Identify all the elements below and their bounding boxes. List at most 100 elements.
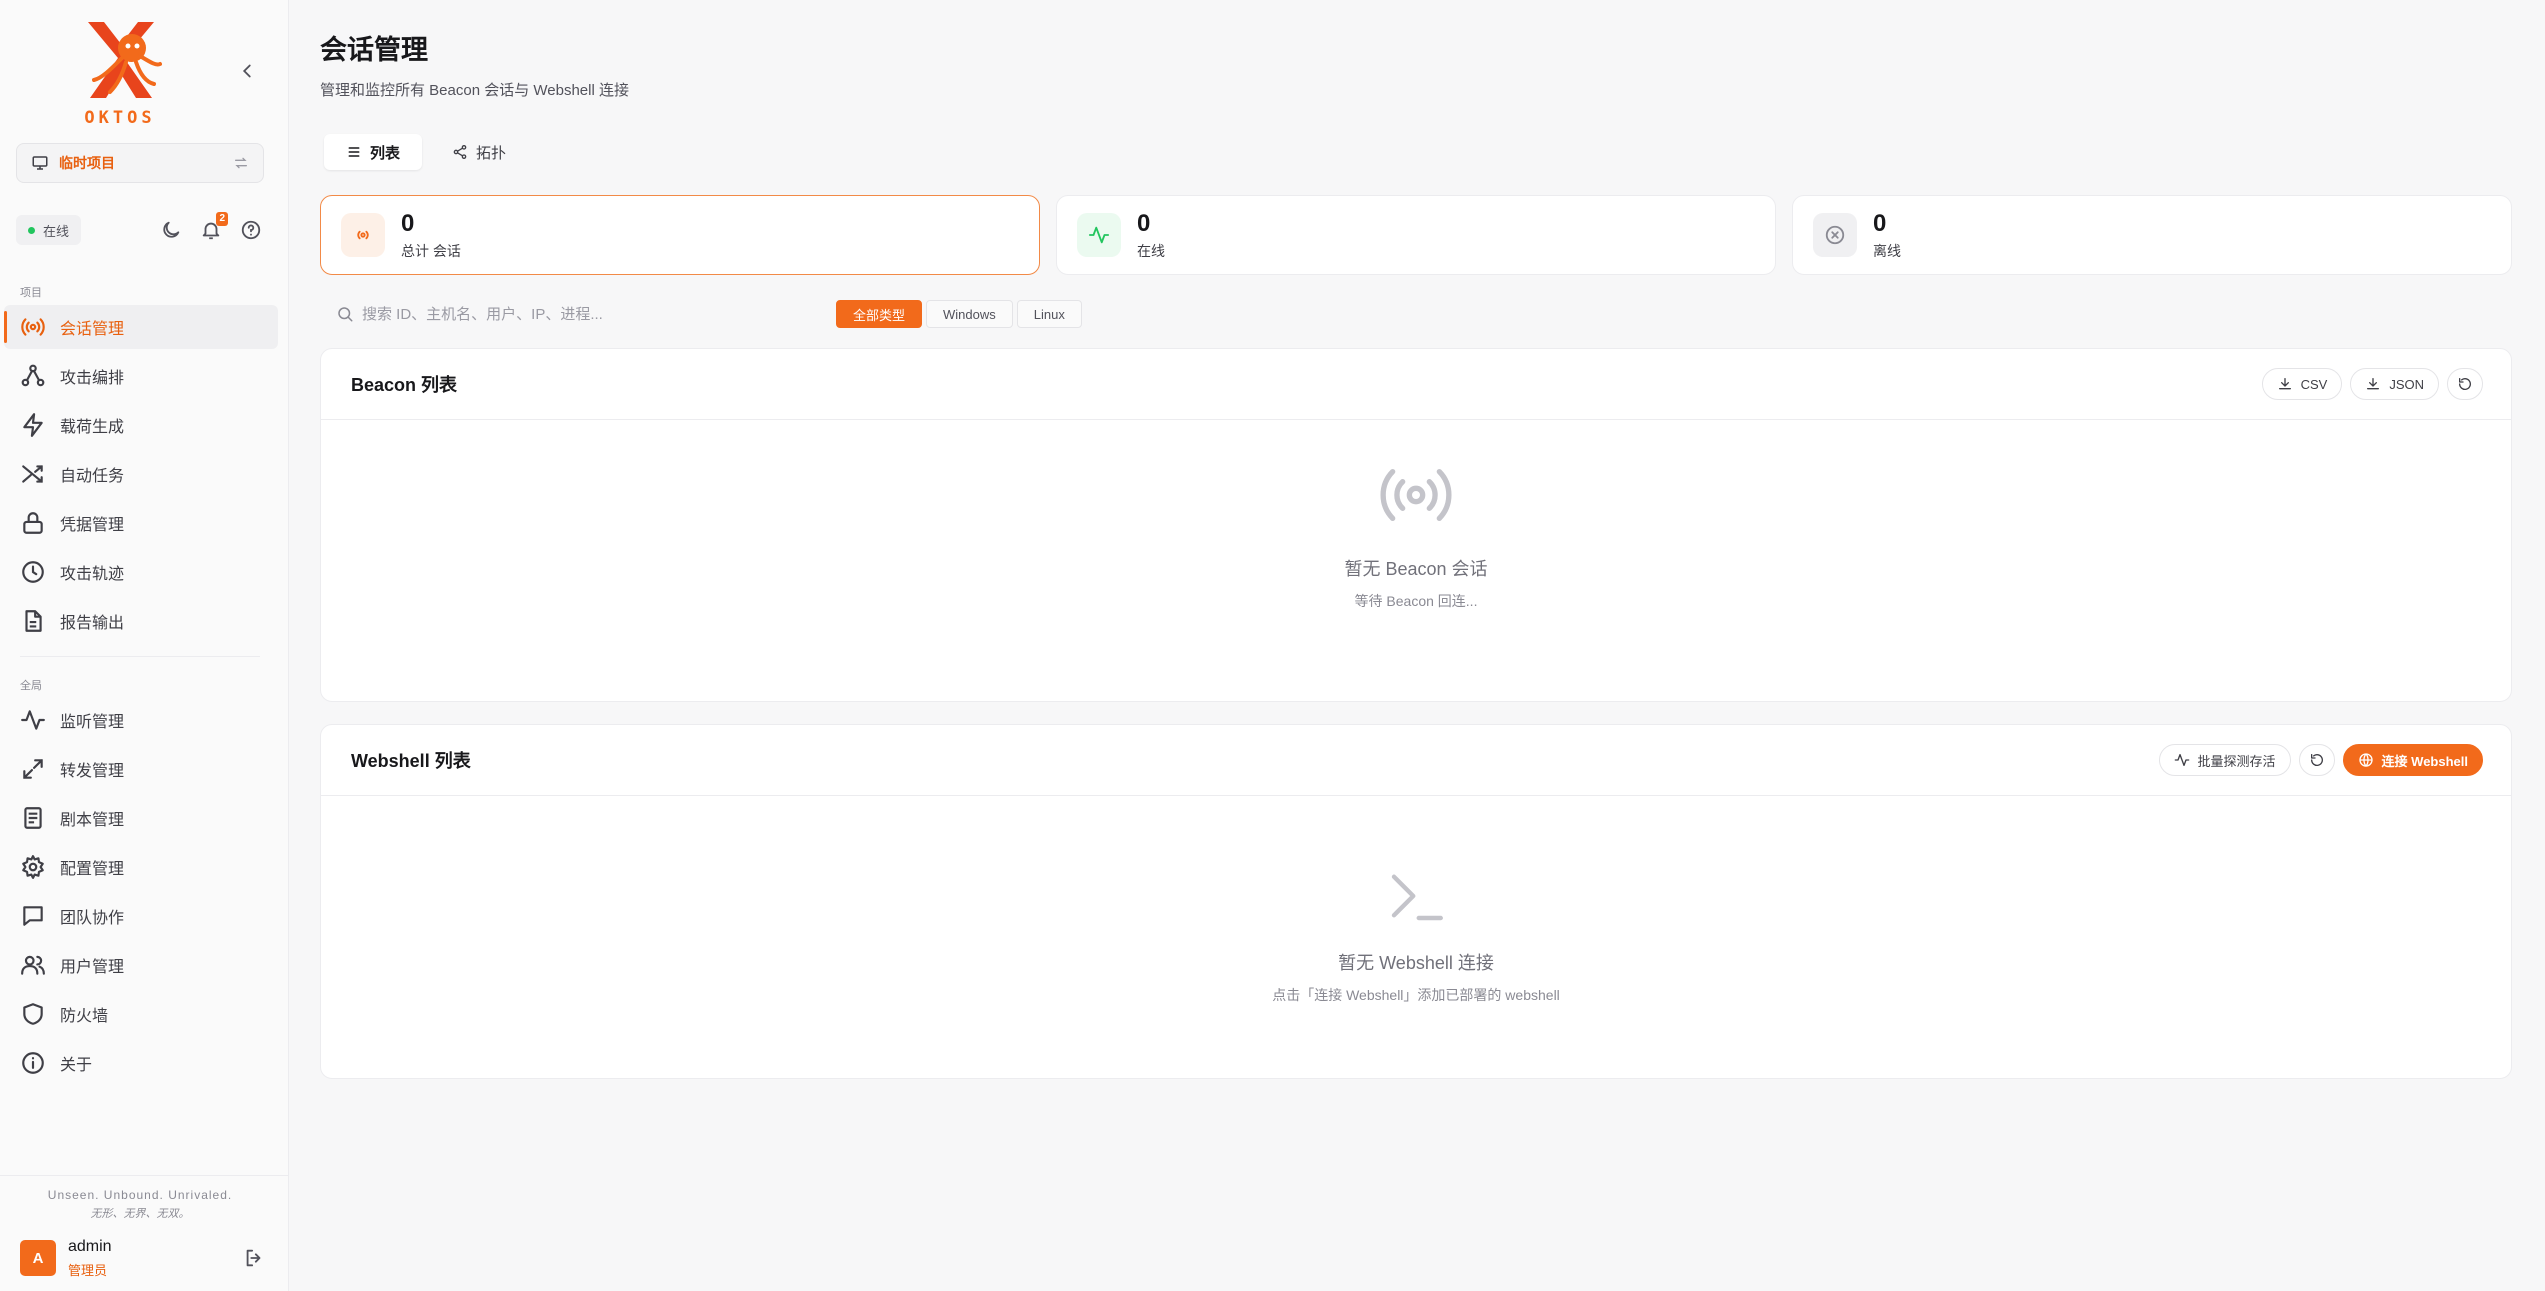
nav-item-attack-trail[interactable]: 攻击轨迹: [4, 550, 278, 594]
nav-item-label: 防火墙: [60, 1008, 109, 1025]
activity-icon: [2174, 754, 2189, 766]
filter-linux[interactable]: Linux: [1016, 300, 1082, 328]
nav-item-label: 转发管理: [60, 763, 125, 780]
slogan: Unseen. Unbound. Unrivaled.: [47, 1188, 233, 1202]
nav-item-users[interactable]: 用户管理: [4, 943, 278, 987]
filter-all-types[interactable]: 全部类型: [836, 300, 923, 328]
empty-title: 暂无 Webshell 连接: [1338, 953, 1494, 973]
nav-item-forwarding[interactable]: 转发管理: [4, 747, 278, 791]
nav-item-payloads[interactable]: 载荷生成: [4, 403, 278, 447]
stat-label: 在线: [1137, 242, 1165, 259]
refresh-webshells-button[interactable]: [2298, 744, 2335, 776]
stat-value: 0: [1137, 209, 1151, 237]
activity-icon: [1088, 226, 1110, 244]
filter-windows[interactable]: Windows: [926, 300, 1013, 328]
octopus-logo-icon: [88, 22, 162, 98]
nav-item-label: 关于: [60, 1057, 93, 1074]
user-block: A admin 管理员: [20, 1236, 265, 1280]
status-row: 在线 2: [16, 210, 266, 250]
stat-label: 离线: [1873, 242, 1901, 259]
button-label: JSON: [2389, 376, 2424, 392]
beacon-panel-title: Beacon 列表: [351, 375, 458, 395]
tab-list[interactable]: 列表: [324, 134, 423, 170]
moon-icon[interactable]: [160, 219, 182, 241]
search-input[interactable]: [320, 296, 820, 332]
batch-probe-button[interactable]: 批量探测存活: [2158, 744, 2291, 776]
nav-item-firewall[interactable]: 防火墙: [4, 992, 278, 1036]
help-icon[interactable]: [240, 219, 262, 241]
tab-topology[interactable]: 拓扑: [430, 134, 528, 170]
stat-icon-bg: [1813, 213, 1857, 257]
nodes-icon: [21, 364, 45, 387]
book-icon: [24, 807, 42, 829]
nav-item-orchestration[interactable]: 攻击编排: [4, 354, 278, 398]
page-title: 会话管理: [320, 35, 428, 65]
nav-item-playbooks[interactable]: 剧本管理: [4, 796, 278, 840]
logo: OKTOS: [0, 18, 240, 130]
nav-item-config[interactable]: 配置管理: [4, 845, 278, 889]
nav-item-about[interactable]: 关于: [4, 1041, 278, 1085]
nav-item-label: 载荷生成: [60, 419, 125, 436]
nav-item-credentials[interactable]: 凭据管理: [4, 501, 278, 545]
project-switcher[interactable]: 临时项目: [16, 143, 264, 183]
file-icon: [25, 610, 42, 632]
nav-item-label: 团队协作: [60, 910, 125, 927]
webshell-panel-title: Webshell 列表: [351, 751, 471, 771]
online-status-badge: 在线: [16, 215, 82, 245]
search-icon: [338, 307, 353, 322]
nav-item-label: 剧本管理: [60, 812, 125, 829]
nav-item-label: 凭据管理: [60, 517, 125, 534]
stat-card-offline[interactable]: 0 离线: [1792, 195, 2512, 275]
nav-item-label: 报告输出: [60, 615, 125, 632]
expand-icon: [23, 759, 43, 779]
nav-item-team[interactable]: 团队协作: [4, 894, 278, 938]
nav-group-project: 项目: [20, 287, 42, 299]
brand-name: OKTOS: [84, 108, 156, 128]
sidebar-footer: Unseen. Unbound. Unrivaled. 无形、无界、无双。 A …: [0, 1175, 289, 1291]
nav-item-reports[interactable]: 报告输出: [4, 599, 278, 643]
refresh-icon: [2458, 378, 2471, 390]
webshell-empty-state: 暂无 Webshell 连接 点击「连接 Webshell」添加已部署的 web…: [321, 863, 2511, 1005]
empty-title: 暂无 Beacon 会话: [1344, 559, 1488, 579]
switch-arrows-icon: [235, 157, 247, 169]
connect-webshell-button[interactable]: 连接 Webshell: [2342, 744, 2483, 776]
tab-label: 列表: [370, 144, 401, 162]
x-circle-icon: [1825, 225, 1845, 245]
nav-item-label: 用户管理: [60, 959, 125, 976]
project-name: 临时项目: [59, 155, 115, 171]
avatar[interactable]: A: [20, 1240, 56, 1276]
stat-label: 总计 会话: [401, 242, 461, 259]
export-json-button[interactable]: JSON: [2350, 368, 2439, 400]
stat-card-total[interactable]: 0 总计 会话: [320, 195, 1040, 275]
list-icon: [348, 147, 360, 157]
clock-icon: [22, 561, 44, 583]
download-icon: [2278, 378, 2291, 390]
stat-value: 0: [1873, 209, 1887, 237]
notifications-button[interactable]: 2: [200, 212, 228, 241]
nav-item-listeners[interactable]: 监听管理: [4, 698, 278, 742]
tab-label: 拓扑: [476, 144, 507, 162]
nav-item-label: 配置管理: [60, 861, 125, 878]
view-tabs: 列表 拓扑: [324, 134, 528, 172]
refresh-beacons-button[interactable]: [2447, 368, 2483, 400]
beacon-panel: Beacon 列表 CSV JSON 暂无 Beacon 会话 等待 Beaco…: [320, 348, 2512, 702]
export-csv-button[interactable]: CSV: [2261, 368, 2343, 400]
nav-item-sessions[interactable]: 会话管理: [4, 305, 278, 349]
radio-icon: [357, 230, 369, 240]
collapse-sidebar-icon[interactable]: [236, 60, 258, 82]
nav-item-auto-tasks[interactable]: 自动任务: [4, 452, 278, 496]
radio-icon: [21, 318, 45, 336]
slogan-cn: 无形、无界、无双。: [90, 1208, 190, 1220]
nav-item-label: 攻击轨迹: [60, 566, 125, 583]
button-label: 连接 Webshell: [2381, 753, 2468, 769]
logout-icon[interactable]: [243, 1247, 265, 1269]
online-dot: [28, 226, 35, 234]
nav-group-global: 全局: [20, 680, 42, 692]
stat-card-online[interactable]: 0 在线: [1056, 195, 1776, 275]
nav-item-label: 自动任务: [60, 468, 125, 485]
search-row: 全部类型 Windows Linux: [320, 296, 1120, 332]
button-label: CSV: [2300, 376, 2328, 392]
beacon-empty-state: 暂无 Beacon 会话 等待 Beacon 回连...: [321, 455, 2511, 611]
gear-icon: [22, 855, 44, 879]
online-status-label: 在线: [43, 223, 70, 239]
